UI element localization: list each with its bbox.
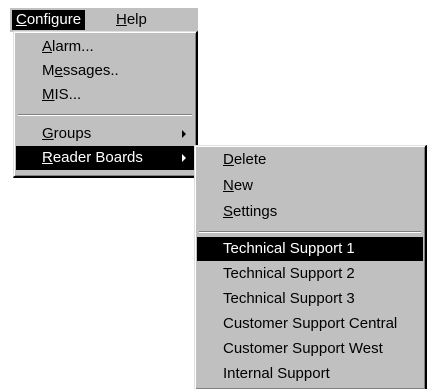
board-item-technical-support-3[interactable]: Technical Support 3 [197,287,423,311]
submenu-item-new-rest: ew [233,177,254,194]
menu-item-reader-boards-label: Reader Boards [42,146,143,170]
menu-item-mis-rest: IS... [54,86,82,103]
submenu-separator [199,231,421,233]
board-item-label: Technical Support 1 [223,240,355,257]
menu-item-messages-mnemonic: e [54,62,63,79]
submenu-item-new-label: New [223,174,253,198]
submenu-item-settings[interactable]: Settings [197,200,423,224]
menu-configure-mnemonic: C [16,11,27,28]
submenu-arrow-icon [182,130,186,138]
submenu-item-new[interactable]: New [197,174,423,198]
menu-help-mnemonic: H [116,11,127,28]
menu-item-mis[interactable]: MIS... [16,83,194,107]
menu-item-groups-rest: roups [53,125,92,142]
menu-item-reader-boards-rest: eader Boards [52,149,143,166]
menu-item-alarm[interactable]: Alarm... [16,35,194,59]
board-item-label: Internal Support [223,365,330,382]
submenu-item-new-mnemonic: N [223,177,234,194]
board-item-label: Customer Support West [223,340,383,357]
submenu-item-delete-rest: elete [233,151,267,168]
menu-item-groups-label: Groups [42,122,91,146]
menu-item-alarm-label: Alarm... [42,35,94,59]
submenu-arrow-icon [182,154,186,162]
board-item-label: Technical Support 2 [223,265,355,282]
menu-item-messages[interactable]: Messages.. [16,59,194,83]
submenu-item-delete-mnemonic: D [223,151,234,168]
menu-item-groups[interactable]: Groups [16,122,194,146]
board-item-customer-support-central[interactable]: Customer Support Central [197,312,423,336]
board-item-label: Customer Support Central [223,315,398,332]
board-item-technical-support-2[interactable]: Technical Support 2 [197,262,423,286]
submenu-item-settings-mnemonic: S [223,203,234,220]
board-item-customer-support-west[interactable]: Customer Support West [197,337,423,361]
menu-item-reader-boards-mnemonic: R [42,149,53,166]
configure-menu: Alarm... Messages.. MIS... Groups Reader… [13,31,198,178]
menu-item-mis-mnemonic: M [42,86,55,103]
menu-separator [18,114,192,116]
menu-item-messages-pre: M [42,62,55,79]
menu-item-alarm-rest: larm... [52,38,94,55]
menu-item-mis-label: MIS... [42,83,81,107]
board-item-label: Technical Support 3 [223,290,355,307]
menu-item-reader-boards[interactable]: Reader Boards [16,146,194,170]
menu-configure[interactable]: Configure [12,10,86,30]
menu-item-messages-label: Messages.. [42,59,119,83]
menu-bar: Configure Help [10,8,198,32]
menu-help-label: elp [126,11,147,28]
menu-item-messages-rest: ssages.. [62,62,119,79]
submenu-item-delete-label: Delete [223,148,266,172]
menu-item-groups-mnemonic: G [42,125,54,142]
board-item-technical-support-1[interactable]: Technical Support 1 [197,237,423,261]
submenu-item-delete[interactable]: Delete [197,148,423,172]
submenu-item-settings-label: Settings [223,200,277,224]
menu-configure-label: onfigure [26,11,82,28]
menu-help[interactable]: Help [112,10,151,30]
board-item-internal-support[interactable]: Internal Support [197,362,423,386]
reader-boards-submenu: Delete New Settings Technical Support 1 … [194,145,427,389]
menu-item-alarm-mnemonic: A [42,38,53,55]
submenu-item-settings-rest: ettings [233,203,278,220]
